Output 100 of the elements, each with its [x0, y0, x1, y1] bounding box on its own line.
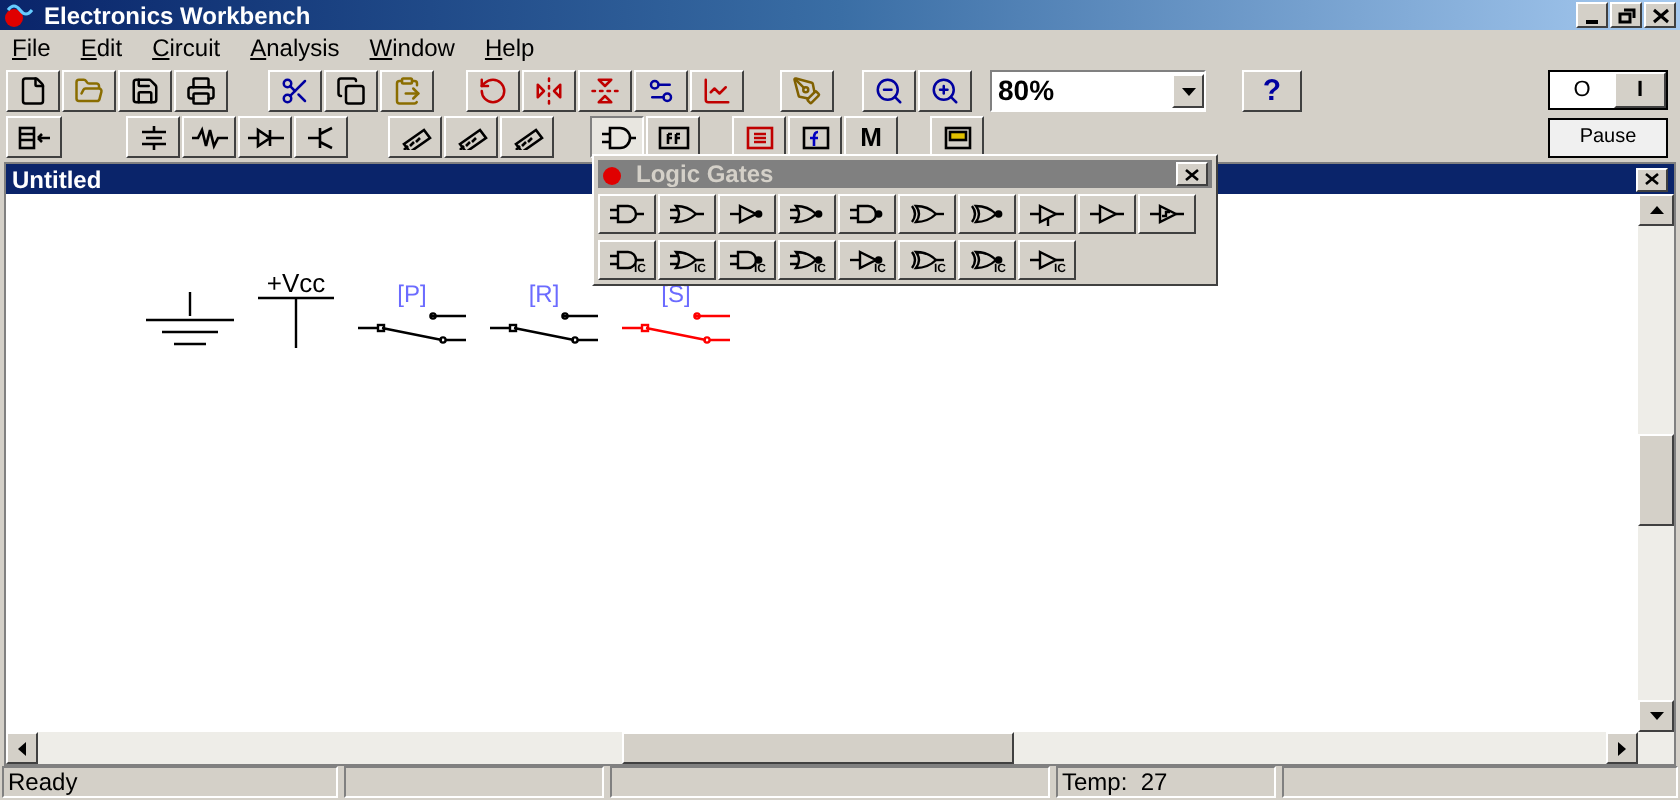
logic-gate-button[interactable] [898, 194, 956, 234]
gate-icon [849, 202, 885, 226]
chip-icon [509, 125, 545, 149]
ground-symbol [146, 292, 234, 348]
flip-horizontal-button[interactable] [522, 70, 576, 112]
restore-button[interactable] [1610, 2, 1642, 28]
sources-button[interactable] [126, 116, 180, 158]
function-icon [797, 125, 833, 149]
logic-gate-button[interactable] [1138, 194, 1196, 234]
open-button[interactable] [62, 70, 116, 112]
digital-ic-button[interactable] [500, 116, 554, 158]
basic-button[interactable] [182, 116, 236, 158]
instruments-button[interactable] [930, 116, 984, 158]
gate-icon [789, 248, 825, 272]
properties-button[interactable] [634, 70, 688, 112]
scroll-left-button[interactable] [6, 732, 38, 764]
right-arrow-icon [1618, 741, 1626, 755]
copy-button[interactable] [324, 70, 378, 112]
gate-icon [969, 202, 1005, 226]
restore-icon [1617, 7, 1635, 23]
pause-button[interactable]: Pause [1548, 118, 1668, 158]
gate-icon [909, 248, 945, 272]
logic-gate-button[interactable] [838, 194, 896, 234]
flip-vertical-button[interactable] [578, 70, 632, 112]
rotate-button[interactable] [466, 70, 520, 112]
logic-gates-button[interactable] [590, 116, 644, 158]
indicators-button[interactable] [732, 116, 786, 158]
paste-icon [392, 76, 422, 106]
mixed-ic-button[interactable] [444, 116, 498, 158]
transistors-button[interactable] [294, 116, 348, 158]
copy-icon [336, 76, 366, 106]
gate-icon [1089, 202, 1125, 226]
chip-icon [453, 125, 489, 149]
resistor-icon [191, 125, 227, 149]
scroll-thumb[interactable] [1638, 434, 1674, 526]
and-gate-icon [599, 125, 635, 149]
pen-icon [792, 76, 822, 106]
gate-icon [1029, 248, 1065, 272]
scroll-thumb[interactable] [622, 732, 1014, 764]
component-settings-icon [646, 76, 676, 106]
app-logo-icon [4, 2, 36, 28]
zoom-value: 80% [996, 72, 1057, 110]
power-switch[interactable]: O I [1548, 70, 1668, 110]
gate-icon [1149, 202, 1185, 226]
miscellaneous-button[interactable]: M [844, 116, 898, 158]
close-button[interactable] [1636, 167, 1668, 191]
logic-gate-button[interactable] [1078, 194, 1136, 234]
controls-button[interactable] [788, 116, 842, 158]
left-arrow-icon [18, 741, 26, 755]
graphs-button[interactable] [690, 70, 744, 112]
zoom-in-button[interactable] [918, 70, 972, 112]
menu-item[interactable]: Window [369, 36, 455, 60]
logic-gate-button[interactable] [718, 194, 776, 234]
gate-icon [729, 202, 765, 226]
new-button[interactable] [6, 70, 60, 112]
logic-gate-button[interactable] [958, 194, 1016, 234]
menu-item[interactable]: Analysis [250, 36, 340, 60]
digital-button[interactable] [646, 116, 700, 158]
print-button[interactable] [174, 70, 228, 112]
print-icon [186, 76, 216, 106]
scroll-right-button[interactable] [1606, 732, 1638, 764]
zoom-dropdown[interactable]: 80% [990, 70, 1206, 112]
logic-gate-button[interactable] [658, 194, 716, 234]
gate-icon [909, 202, 945, 226]
analog-ic-button[interactable] [388, 116, 442, 158]
display-icon [741, 125, 777, 149]
cut-icon [280, 76, 310, 106]
scroll-up-button[interactable] [1638, 194, 1674, 226]
paste-button[interactable] [380, 70, 434, 112]
diode-icon [247, 125, 283, 149]
logic-gate-button[interactable] [1018, 194, 1076, 234]
circuit-window-title: Untitled [12, 167, 102, 191]
help-button[interactable]: ? [1242, 70, 1302, 112]
menu-item[interactable]: Edit [80, 36, 123, 60]
gate-icon [669, 202, 705, 226]
save-icon [130, 76, 160, 106]
parts-bin-button[interactable] [6, 116, 62, 158]
cut-button[interactable] [268, 70, 322, 112]
minimize-button[interactable] [1576, 2, 1608, 28]
logic-gate-button[interactable] [598, 194, 656, 234]
save-button[interactable] [118, 70, 172, 112]
zoom-out-button[interactable] [862, 70, 916, 112]
diodes-button[interactable] [238, 116, 292, 158]
scroll-down-button[interactable] [1638, 700, 1674, 732]
vcc-label: +Vcc [266, 270, 326, 296]
close-button[interactable] [1644, 2, 1676, 28]
description-button[interactable] [780, 70, 834, 112]
logic-gate-button[interactable] [778, 194, 836, 234]
menu-item[interactable]: Help [484, 36, 535, 60]
gate-icon [609, 202, 645, 226]
close-button[interactable] [1176, 162, 1208, 186]
switch-label: [R] [528, 282, 560, 306]
close-icon [1651, 7, 1669, 23]
menu-item[interactable]: File [12, 36, 51, 60]
flip-flop-icon [655, 125, 691, 149]
gate-icon [789, 202, 825, 226]
menu-item[interactable]: Circuit [152, 36, 221, 60]
parts-bin-icon [16, 125, 52, 149]
line-chart-icon [702, 76, 732, 106]
close-icon [1644, 172, 1660, 186]
